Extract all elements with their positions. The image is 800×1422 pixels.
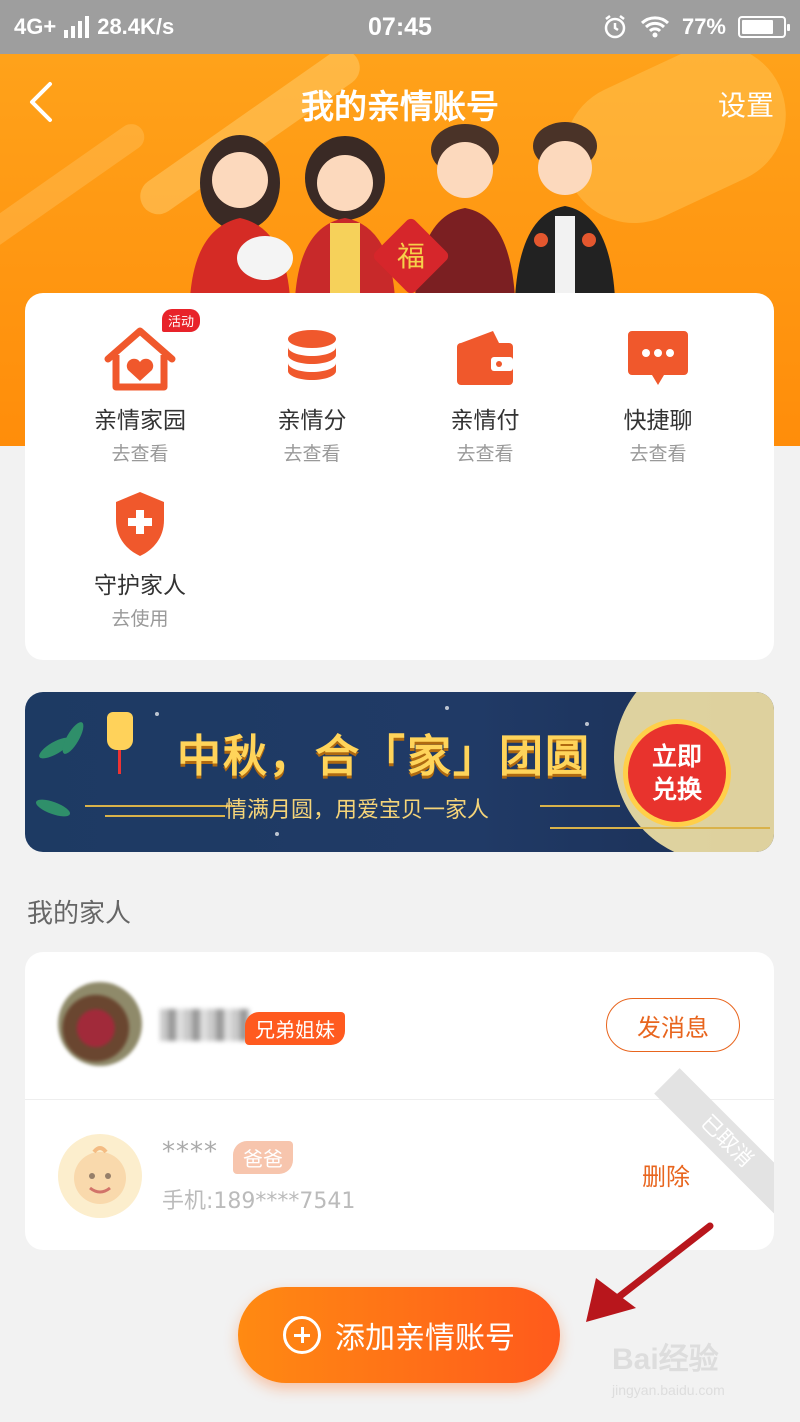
send-message-button[interactable]: 发消息 [606, 998, 740, 1052]
delete-button[interactable]: 删除 [642, 1157, 690, 1192]
shield-plus-icon [116, 492, 164, 556]
feature-sublabel: 去查看 [629, 443, 687, 465]
feature-sublabel: 去查看 [283, 443, 341, 465]
banner-headline: 中秋，合「家」团圆 [177, 731, 591, 782]
battery-icon [738, 16, 790, 38]
alarm-icon [604, 15, 626, 39]
blurred-name [160, 1009, 250, 1041]
feature-sublabel: 去查看 [456, 443, 514, 465]
status-bar: 4G+ 28.4K/s 07:45 77% [0, 0, 800, 54]
feature-guard-family[interactable]: 守护家人 去使用 [55, 488, 225, 631]
relation-tag: 爸爸 [233, 1141, 293, 1174]
phone-number: 手机:189****7541 [162, 1189, 356, 1214]
redeem-label: 立即兑换 [651, 742, 702, 804]
feature-label: 守护家人 [94, 573, 186, 599]
feature-sublabel: 去查看 [111, 443, 169, 465]
lantern-icon [107, 712, 133, 750]
feature-family-points[interactable]: 亲情分 去查看 [227, 323, 397, 466]
watermark-url: jingyan.baidu.com [612, 1382, 725, 1398]
feature-label: 亲情分 [277, 408, 347, 434]
feature-quick-chat[interactable]: 快捷聊 去查看 [573, 323, 743, 466]
chat-bubble-icon [628, 331, 688, 385]
feature-label: 快捷聊 [623, 408, 693, 434]
add-button-label: 添加亲情账号 [335, 1321, 515, 1356]
family-illustration: 福 [190, 122, 615, 298]
feature-sublabel: 去使用 [111, 608, 169, 630]
avatar [58, 1134, 142, 1218]
add-family-account-button[interactable]: 添加亲情账号 [238, 1287, 560, 1383]
coins-stack-icon [288, 330, 336, 380]
section-title: 我的家人 [27, 899, 132, 929]
watermark: Bai经验 [612, 1343, 719, 1376]
list-item: 兄弟姐妹 发消息 [25, 952, 774, 1100]
home-heart-icon [104, 327, 176, 391]
feature-family-pay[interactable]: 亲情付 去查看 [400, 323, 570, 466]
family-list: 兄弟姐妹 发消息 **** 爸爸 手机:189****7541 删除 已取消 [25, 952, 774, 1250]
masked-name: **** [162, 1137, 218, 1167]
wifi-icon [640, 16, 669, 38]
activity-badge: 活动 [162, 309, 201, 332]
feature-label: 亲情家园 [94, 408, 186, 434]
settings-link[interactable]: 设置 [718, 84, 774, 124]
plus-circle-icon [283, 1316, 321, 1354]
mid-autumn-banner[interactable]: 中秋，合「家」团圆 情满月圆，用爱宝贝一家人 立即兑换 [25, 692, 774, 852]
feature-label: 亲情付 [450, 408, 520, 434]
svg-text:福: 福 [397, 240, 425, 273]
battery-percent: 77% [681, 14, 726, 39]
wallet-icon [457, 331, 513, 385]
annotation-arrow-icon [586, 1222, 714, 1322]
features-card: 活动 亲情家园 去查看 亲情分 去查看 亲情付 去查看 快捷聊 去查看 守护家人… [25, 293, 774, 660]
redeem-button[interactable]: 立即兑换 [623, 719, 731, 827]
relation-tag: 兄弟姐妹 [245, 1012, 345, 1045]
banner-subline: 情满月圆，用爱宝贝一家人 [225, 798, 490, 823]
feature-family-home[interactable]: 活动 亲情家园 去查看 [55, 309, 225, 466]
avatar [58, 982, 142, 1066]
